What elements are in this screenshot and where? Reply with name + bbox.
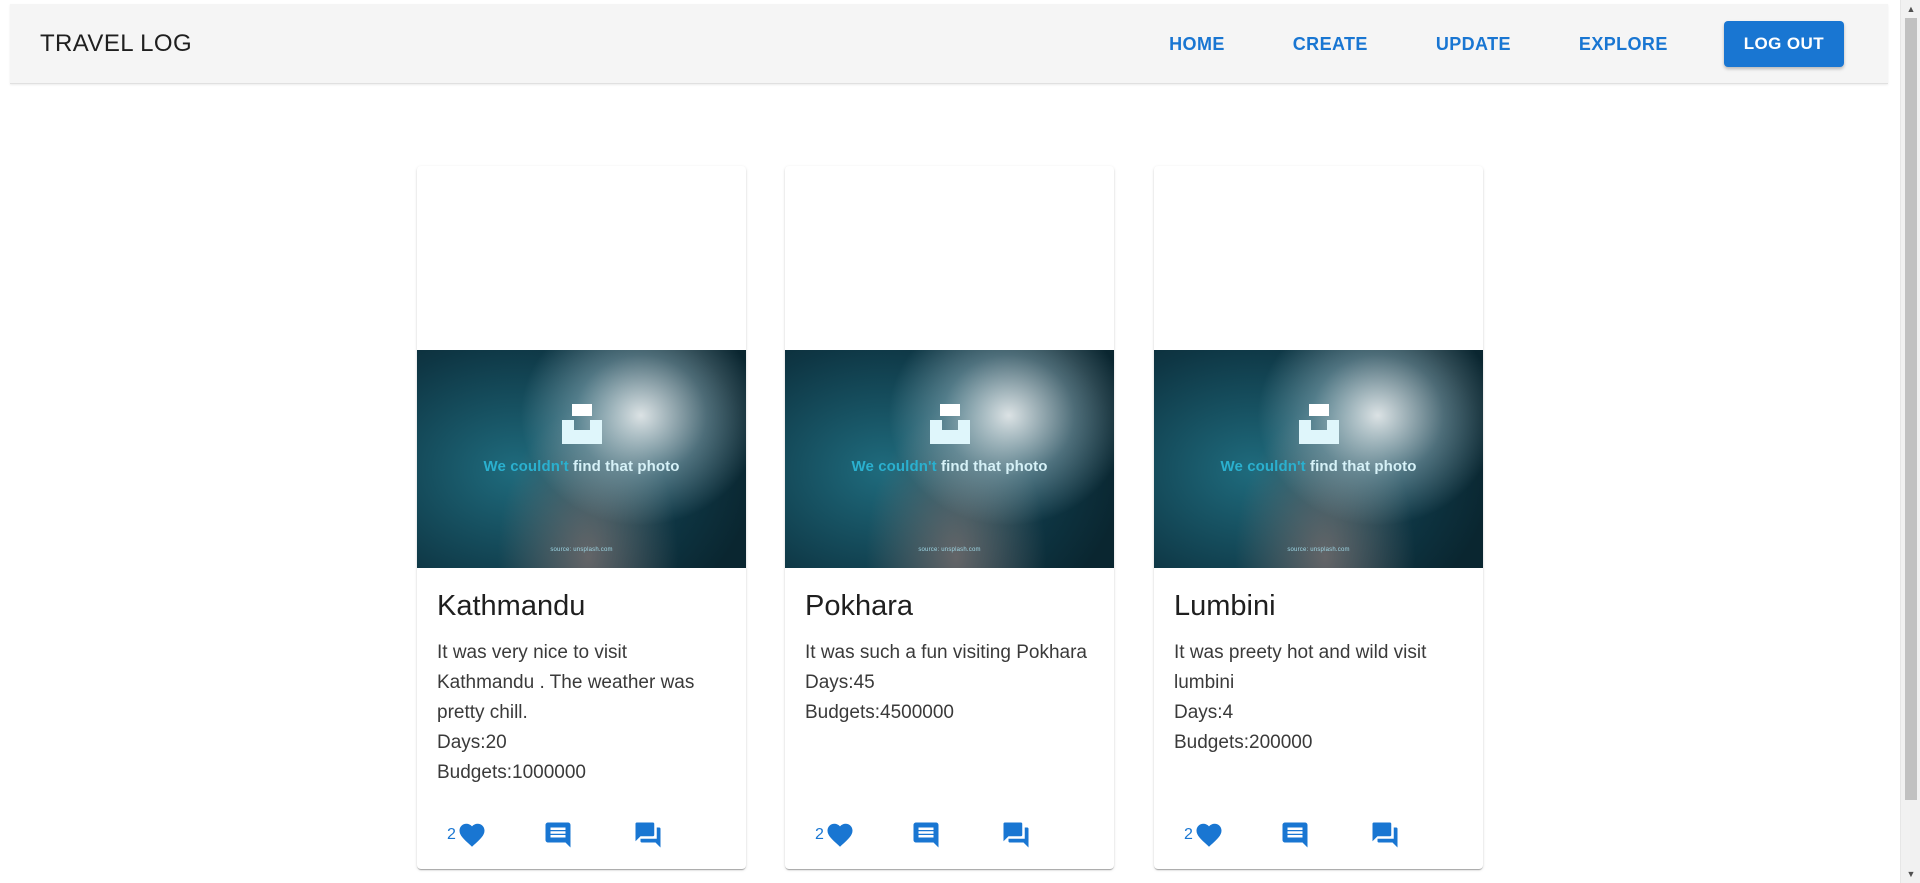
page: TRAVEL LOG HOME CREATE UPDATE EXPLORE LO… [0, 0, 1920, 883]
comment-icon[interactable] [1280, 820, 1310, 850]
comment-icon[interactable] [911, 820, 941, 850]
image-not-found-text: We couldn't find that photo [851, 458, 1048, 475]
like-button[interactable]: 2 [447, 820, 487, 850]
forum-icon[interactable] [1370, 820, 1400, 850]
card-description-text: It was such a fun visiting Pokhara [805, 642, 1087, 663]
card-image: We couldn't find that photo source: unsp… [1154, 350, 1483, 568]
card-actions: 2 [1184, 818, 1400, 852]
image-source-text: source: unsplash.com [918, 547, 981, 553]
travel-card: We couldn't find that photo source: unsp… [417, 166, 746, 869]
comment-button[interactable] [543, 820, 573, 850]
card-budget: Budgets:4500000 [805, 702, 954, 723]
card-image: We couldn't find that photo source: unsp… [785, 350, 1114, 568]
image-not-found-text: We couldn't find that photo [483, 458, 680, 475]
travel-card: We couldn't find that photo source: unsp… [1154, 166, 1483, 869]
image-source-text: source: unsplash.com [550, 547, 613, 553]
heart-icon[interactable] [457, 820, 487, 850]
card-description: It was such a fun visiting Pokhara Days:… [805, 638, 1095, 728]
nav-explore-link[interactable]: EXPLORE [1579, 34, 1668, 55]
scrollbar-thumb[interactable] [1905, 18, 1917, 800]
scroll-up-arrow-icon[interactable]: ▲ [1901, 0, 1920, 18]
unsplash-logo-icon [1299, 404, 1339, 444]
heart-icon[interactable] [825, 820, 855, 850]
card-title: Pokhara [805, 590, 914, 622]
forum-icon[interactable] [1001, 820, 1031, 850]
scroll-down-arrow-icon[interactable]: ▼ [1901, 865, 1920, 883]
card-days: Days:4 [1174, 702, 1234, 723]
card-description-text: It was very nice to visit Kathmandu . Th… [437, 642, 695, 723]
comment-button[interactable] [911, 820, 941, 850]
forum-button[interactable] [633, 820, 663, 850]
nav-create-link[interactable]: CREATE [1293, 34, 1368, 55]
nav-update-link[interactable]: UPDATE [1436, 34, 1511, 55]
logout-button[interactable]: LOG OUT [1723, 21, 1844, 67]
forum-button[interactable] [1370, 820, 1400, 850]
card-description-text: It was preety hot and wild visit lumbini [1174, 642, 1427, 693]
image-source-text: source: unsplash.com [1287, 547, 1350, 553]
comment-button[interactable] [1280, 820, 1310, 850]
forum-icon[interactable] [633, 820, 663, 850]
nav-home-link[interactable]: HOME [1169, 34, 1225, 55]
like-count: 2 [815, 826, 824, 843]
travel-card: We couldn't find that photo source: unsp… [785, 166, 1114, 869]
card-description: It was very nice to visit Kathmandu . Th… [437, 638, 727, 788]
card-actions: 2 [815, 818, 1031, 852]
card-actions: 2 [447, 818, 663, 852]
unsplash-logo-icon [562, 404, 602, 444]
card-title: Kathmandu [437, 590, 586, 622]
forum-button[interactable] [1001, 820, 1031, 850]
app-bar: TRAVEL LOG HOME CREATE UPDATE EXPLORE LO… [10, 4, 1888, 84]
card-image: We couldn't find that photo source: unsp… [417, 350, 746, 568]
like-count: 2 [447, 826, 456, 843]
card-budget: Budgets:200000 [1174, 732, 1313, 753]
main-nav: HOME CREATE UPDATE EXPLORE LOG OUT [1169, 4, 1844, 84]
card-title: Lumbini [1174, 590, 1276, 622]
brand-title[interactable]: TRAVEL LOG [40, 4, 192, 84]
image-not-found-text: We couldn't find that photo [1220, 458, 1417, 475]
card-days: Days:20 [437, 732, 507, 753]
unsplash-logo-icon [930, 404, 970, 444]
card-days: Days:45 [805, 672, 875, 693]
heart-icon[interactable] [1194, 820, 1224, 850]
like-button[interactable]: 2 [1184, 820, 1224, 850]
card-description: It was preety hot and wild visit lumbini… [1174, 638, 1464, 758]
card-budget: Budgets:1000000 [437, 762, 586, 783]
like-count: 2 [1184, 826, 1193, 843]
comment-icon[interactable] [543, 820, 573, 850]
like-button[interactable]: 2 [815, 820, 855, 850]
vertical-scrollbar[interactable]: ▲ ▼ [1900, 0, 1920, 883]
